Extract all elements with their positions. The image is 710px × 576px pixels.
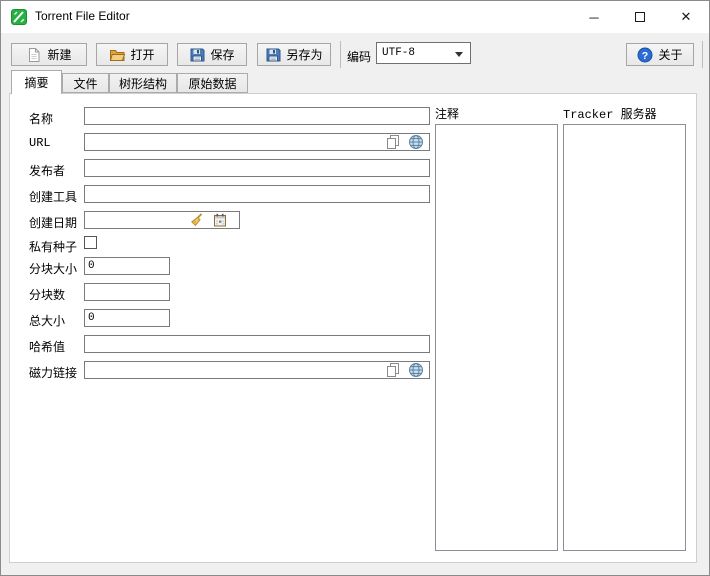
encoding-value: UTF-8 xyxy=(382,47,415,59)
private-torrent-label: 私有种子 xyxy=(29,238,77,255)
new-document-icon xyxy=(26,47,42,63)
about-button-label: 关于 xyxy=(658,46,682,63)
encoding-select[interactable]: UTF-8 xyxy=(376,42,471,64)
new-button[interactable]: 新建 xyxy=(11,43,87,66)
new-button-label: 新建 xyxy=(47,46,71,63)
private-torrent-checkbox[interactable] xyxy=(84,236,97,249)
save-button[interactable]: 保存 xyxy=(177,43,247,66)
open-folder-icon xyxy=(109,47,125,63)
save-floppy-icon xyxy=(189,47,205,63)
tab-summary[interactable]: 摘要 xyxy=(11,70,62,94)
copy-icon[interactable] xyxy=(385,362,401,378)
piece-size-input[interactable] xyxy=(84,257,170,275)
app-window: Torrent File Editor ─ ✕ 新建 打开 保存 xyxy=(0,0,710,576)
clear-broom-icon[interactable] xyxy=(188,212,204,228)
created-by-label: 创建工具 xyxy=(29,188,77,205)
total-size-input[interactable] xyxy=(84,309,170,327)
about-button[interactable]: ? 关于 xyxy=(626,43,694,66)
app-icon xyxy=(11,9,27,25)
window-title: Torrent File Editor xyxy=(35,9,130,23)
tab-label: 树形结构 xyxy=(119,75,167,92)
tab-tree[interactable]: 树形结构 xyxy=(109,73,177,93)
toolbar-separator xyxy=(340,41,341,68)
svg-text:?: ? xyxy=(642,49,648,61)
tracker-servers-label: Tracker 服务器 xyxy=(563,105,657,122)
name-input[interactable] xyxy=(84,107,430,125)
save-as-floppy-icon xyxy=(265,47,281,63)
toolbar-separator xyxy=(702,41,703,68)
close-icon: ✕ xyxy=(681,9,692,25)
created-by-input[interactable] xyxy=(84,185,430,203)
creation-date-label: 创建日期 xyxy=(29,214,77,231)
piece-count-label: 分块数 xyxy=(29,286,65,303)
comment-list[interactable] xyxy=(435,124,558,551)
minimize-button[interactable]: ─ xyxy=(571,1,617,33)
magnet-link-input[interactable] xyxy=(84,361,430,379)
hash-label: 哈希值 xyxy=(29,338,65,355)
save-as-button[interactable]: 另存为 xyxy=(257,43,331,66)
piece-count-input[interactable] xyxy=(84,283,170,301)
publisher-input[interactable] xyxy=(84,159,430,177)
help-icon: ? xyxy=(637,47,653,63)
comment-label: 注释 xyxy=(435,105,459,122)
magnet-link-label: 磁力链接 xyxy=(29,364,77,381)
title-bar: Torrent File Editor ─ ✕ xyxy=(1,1,709,33)
open-button-label: 打开 xyxy=(130,46,154,63)
url-input[interactable] xyxy=(84,133,430,151)
publisher-label: 发布者 xyxy=(29,162,65,179)
copy-icon[interactable] xyxy=(385,134,401,150)
save-button-label: 保存 xyxy=(210,46,234,63)
hash-input[interactable] xyxy=(84,335,430,353)
open-magnet-globe-icon[interactable] xyxy=(408,362,424,378)
tab-label: 文件 xyxy=(73,75,97,92)
maximize-icon xyxy=(635,12,645,22)
tab-label: 原始数据 xyxy=(188,75,236,92)
chevron-down-icon xyxy=(455,52,463,57)
tracker-servers-list[interactable] xyxy=(563,124,686,551)
encoding-label: 编码 xyxy=(347,48,371,65)
calendar-icon[interactable] xyxy=(212,212,228,228)
save-as-button-label: 另存为 xyxy=(286,46,322,63)
minimize-icon: ─ xyxy=(589,10,598,25)
tab-label: 摘要 xyxy=(24,74,48,91)
total-size-label: 总大小 xyxy=(29,312,65,329)
url-label: URL xyxy=(29,136,51,150)
open-button[interactable]: 打开 xyxy=(96,43,168,66)
name-label: 名称 xyxy=(29,110,53,127)
tab-files[interactable]: 文件 xyxy=(62,73,109,93)
summary-panel: 名称 URL 发布者 创建工具 创建日期 xyxy=(9,93,697,563)
maximize-button[interactable] xyxy=(617,1,663,33)
open-url-globe-icon[interactable] xyxy=(408,134,424,150)
piece-size-label: 分块大小 xyxy=(29,260,77,277)
close-button[interactable]: ✕ xyxy=(663,1,709,33)
tab-raw-data[interactable]: 原始数据 xyxy=(177,73,248,93)
